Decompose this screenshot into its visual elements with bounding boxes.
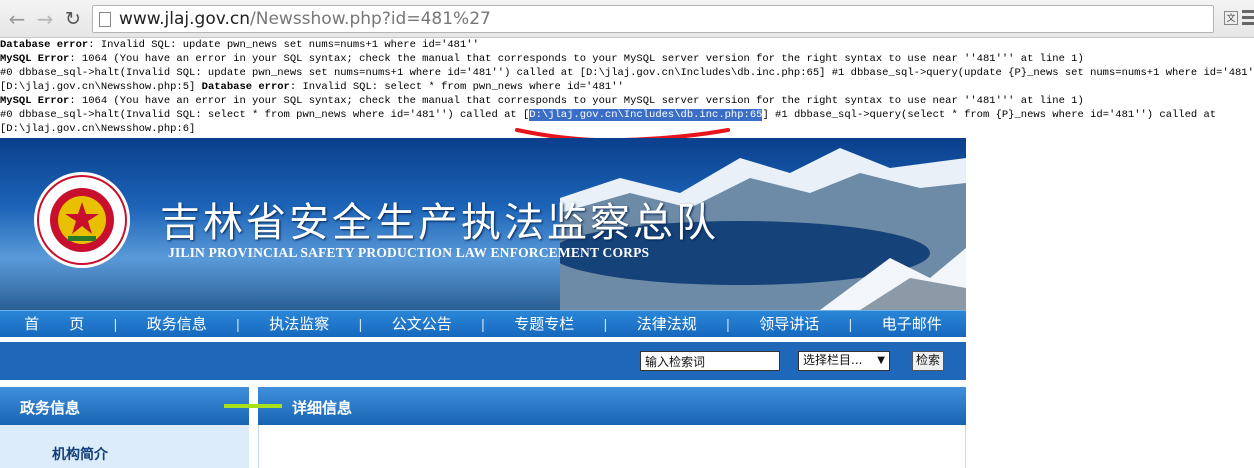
search-input[interactable] [640,351,780,371]
error-text: #0 dbbase_sql->halt(Invalid SQL: update … [0,67,1254,79]
star-emblem-icon [34,172,130,268]
error-text: [D:\jlaj.gov.cn\Newsshow.php:5] [0,81,202,93]
error-label: Database error [0,39,89,51]
content-heading-text: 详细信息 [292,399,353,417]
error-text: : 1064 (You have an error in your SQL sy… [69,95,1084,107]
nav-separator: | [726,316,730,332]
nav-separator: | [236,316,240,332]
error-label: MySQL Error [0,53,70,65]
nav-separator: | [113,316,118,332]
site-banner: 吉林省安全生产执法监察总队 JILIN PROVINCIAL SAFETY PR… [0,138,966,310]
url-text[interactable]: www.jlaj.gov.cn/Newsshow.php?id=481%27 [119,9,491,29]
content-body [258,425,966,468]
error-text: : 1064 (You have an error in your SQL sy… [69,53,1084,65]
nav-item-announcements[interactable]: 公文公告 [368,311,477,337]
sidebar-item-org-intro[interactable]: 机构简介 [52,444,108,464]
category-select[interactable]: 选择栏目... ▼ [798,351,890,371]
browser-toolbar: ← → ↻ www.jlaj.gov.cn/Newsshow.php?id=48… [0,0,1254,38]
sidebar-list: 机构简介 [0,425,249,468]
sidebar-heading: 政务信息 [0,387,249,425]
url-path: /Newsshow.php?id=481%27 [250,9,491,29]
accent-bar [224,404,282,408]
sidebar-heading-text: 政务信息 [20,399,81,417]
error-line: MySQL Error: 1064 (You have an error in … [0,94,1254,108]
url-host: www.jlaj.gov.cn [119,9,251,29]
nav-item-enforcement[interactable]: 执法监察 [245,311,354,337]
nav-item-special-topics[interactable]: 专题专栏 [490,311,599,337]
translate-icon[interactable]: 文 [1224,11,1238,25]
reload-icon[interactable]: ↻ [60,6,86,32]
nav-separator: | [481,316,485,332]
error-text: ] #1 dbbase_sql->query(select * from {P}… [762,109,1217,121]
nav-item-email[interactable]: 电子邮件 [858,311,967,337]
category-select-value: 选择栏目... [803,353,863,367]
site-title-en: JILIN PROVINCIAL SAFETY PRODUCTION LAW E… [168,245,650,260]
search-button[interactable]: 检索 [912,351,944,371]
nav-separator: | [848,316,853,332]
dropdown-arrow-icon: ▼ [877,355,885,366]
nav-item-speeches[interactable]: 领导讲话 [735,311,844,337]
sql-error-output: Database error: Invalid SQL: update pwn_… [0,38,1254,136]
nav-item-laws[interactable]: 法律法规 [613,311,722,337]
back-arrow-icon[interactable]: ← [4,6,30,32]
site-title-cn: 吉林省安全生产执法监察总队 [160,200,719,246]
error-text: #0 dbbase_sql->halt(Invalid SQL: select … [0,109,530,121]
error-line: #0 dbbase_sql->halt(Invalid SQL: update … [0,66,1254,80]
error-label: MySQL Error [0,95,70,107]
menu-icon[interactable] [1242,10,1254,28]
main-nav: 首 页 | 政务信息 | 执法监察 | 公文公告 | 专题专栏 | 法律法规 |… [0,310,966,337]
error-line: [D:\jlaj.gov.cn\Newsshow.php:5] Database… [0,80,1254,94]
forward-arrow-icon[interactable]: → [32,6,58,32]
error-line: #0 dbbase_sql->halt(Invalid SQL: select … [0,108,1254,122]
nav-item-home[interactable]: 首 页 [0,311,109,337]
error-text: [D:\jlaj.gov.cn\Newsshow.php:6] [0,123,196,135]
search-bar: 选择栏目... ▼ 检索 [0,342,966,380]
highlighted-path[interactable]: D:\jlaj.gov.cn\Includes\db.inc.php:65 [529,109,763,121]
error-line: Database error: Invalid SQL: update pwn_… [0,38,1254,52]
content-heading: 详细信息 [258,387,966,425]
error-line: MySQL Error: 1064 (You have an error in … [0,52,1254,66]
nav-separator: | [603,316,608,332]
page-icon [99,12,111,27]
error-text: : Invalid SQL: select * from pwn_news wh… [289,81,624,93]
error-text: : Invalid SQL: update pwn_news set nums=… [88,39,479,51]
nav-separator: | [358,316,363,332]
error-label: Database error [201,81,290,93]
nav-item-government-info[interactable]: 政务信息 [123,311,232,337]
address-bar[interactable]: www.jlaj.gov.cn/Newsshow.php?id=481%27 [92,5,1214,33]
